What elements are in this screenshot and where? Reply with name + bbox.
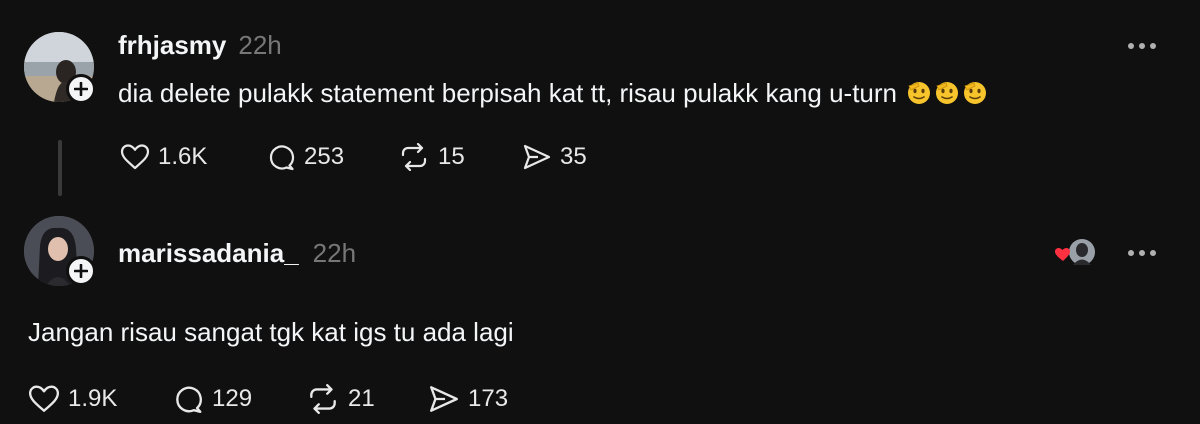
comment-icon <box>269 145 295 171</box>
heart-icon <box>1055 248 1070 261</box>
emoji-group <box>904 78 988 108</box>
username[interactable]: frhjasmy <box>118 30 226 61</box>
send-icon <box>523 144 551 170</box>
post-header: marissadania_ 22h <box>118 238 356 269</box>
plus-icon <box>74 264 88 278</box>
like-button[interactable]: 1.6K <box>120 143 207 171</box>
send-icon <box>430 386 458 412</box>
like-button[interactable]: 1.9K <box>28 384 117 414</box>
reply-button[interactable]: 129 <box>172 384 252 414</box>
repost-icon <box>310 384 336 414</box>
liked-by-author-avatar <box>1055 239 1095 265</box>
repost-button[interactable]: 21 <box>306 384 375 414</box>
reply-count: 253 <box>304 143 345 170</box>
liked-by-author-indicator[interactable] <box>1054 236 1096 268</box>
heart-icon <box>28 385 60 412</box>
heart-icon <box>120 144 150 170</box>
repost-count: 21 <box>348 385 375 412</box>
more-options-button[interactable] <box>1128 43 1156 49</box>
plus-icon <box>74 82 88 96</box>
share-button[interactable]: 173 <box>428 384 508 414</box>
thread-line <box>58 140 62 196</box>
saluting-face-emoji <box>964 82 987 104</box>
repost-button[interactable]: 15 <box>398 143 465 171</box>
timestamp: 22h <box>238 30 282 60</box>
timestamp: 22h <box>312 238 357 268</box>
post-text: Jangan risau sangat tgk kat igs tu ada l… <box>28 317 514 347</box>
repost-count: 15 <box>438 143 465 170</box>
follow-plus-button[interactable] <box>66 256 96 286</box>
saluting-face-emoji <box>908 82 931 104</box>
share-button[interactable]: 35 <box>522 143 587 171</box>
more-options-button[interactable] <box>1128 250 1156 256</box>
comment-icon <box>176 386 202 413</box>
saluting-face-emoji <box>936 82 959 104</box>
reply-count: 129 <box>212 385 253 412</box>
follow-plus-button[interactable] <box>66 74 96 104</box>
share-count: 35 <box>560 143 587 170</box>
username[interactable]: marissadania_ <box>118 238 299 269</box>
post-header: frhjasmy 22h <box>118 30 282 61</box>
post-text: dia delete pulakk statement berpisah kat… <box>118 78 988 109</box>
reply-button[interactable]: 253 <box>266 143 344 171</box>
post-text-content: dia delete pulakk statement berpisah kat… <box>118 78 897 108</box>
repost-icon <box>401 143 427 171</box>
share-count: 173 <box>468 385 509 412</box>
like-count: 1.6K <box>158 143 208 170</box>
like-count: 1.9K <box>68 385 118 412</box>
